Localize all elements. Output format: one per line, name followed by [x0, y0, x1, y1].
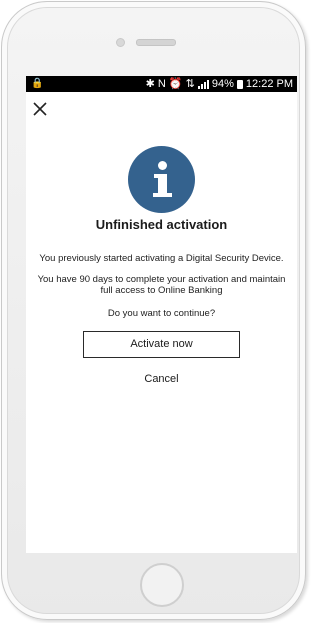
- app-screen: 🔒 ✱ N ⏰ ⇅ 94% 12:22 PM Unfinished activa…: [26, 76, 297, 553]
- dialog-question: Do you want to continue?: [107, 308, 216, 319]
- info-icon: [128, 146, 195, 213]
- lock-icon: 🔒: [31, 78, 44, 89]
- phone-frame: 🔒 ✱ N ⏰ ⇅ 94% 12:22 PM Unfinished activa…: [1, 1, 306, 620]
- earpiece-speaker: [136, 39, 176, 46]
- battery-percent: 94%: [211, 78, 234, 90]
- status-bar: 🔒 ✱ N ⏰ ⇅ 94% 12:22 PM: [26, 76, 297, 92]
- close-icon[interactable]: [33, 102, 47, 116]
- dialog-message-2: You have 90 days to complete your activa…: [37, 274, 286, 296]
- battery-icon: [236, 79, 243, 89]
- info-serif-bottom: [153, 193, 172, 197]
- signal-icon: [197, 79, 209, 89]
- front-camera: [116, 38, 125, 47]
- info-dot: [158, 161, 167, 170]
- cancel-button[interactable]: Cancel: [26, 373, 297, 385]
- home-button[interactable]: [140, 563, 184, 607]
- activate-now-button[interactable]: Activate now: [83, 331, 240, 358]
- status-icons: ✱ N ⏰ ⇅: [145, 78, 195, 90]
- dialog-message-1: You previously started activating a Digi…: [39, 253, 284, 264]
- status-time: 12:22 PM: [245, 78, 293, 90]
- info-stem: [158, 174, 167, 194]
- status-indicators: ✱ N ⏰ ⇅ 94% 12:22 PM: [146, 76, 293, 92]
- dialog-title: Unfinished activation: [95, 217, 228, 232]
